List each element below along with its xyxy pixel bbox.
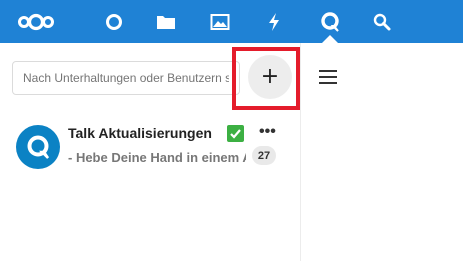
plus-icon: + [260,64,280,89]
files-folder-icon[interactable] [148,0,184,43]
conversation-row[interactable]: Talk Aktualisierungen - Hebe Deine Hand … [0,118,300,174]
conversation-title: Talk Aktualisierungen [68,125,212,141]
search-conversations-input[interactable] [12,61,240,95]
check-mark-icon [227,125,244,142]
dashboard-circle-icon[interactable] [96,0,132,43]
unread-count-badge: 27 [252,146,276,165]
new-conversation-button[interactable]: + [248,55,292,99]
active-app-indicator [322,35,338,43]
panel-divider [300,43,301,261]
search-icon[interactable] [364,0,400,43]
last-message-preview: - Hebe Deine Hand in einem Anruf [68,150,246,165]
photos-image-icon[interactable] [202,0,238,43]
avatar [16,125,60,169]
hamburger-menu-icon[interactable] [314,65,342,89]
talk-avatar-icon [27,135,50,159]
top-header-bar [0,0,463,43]
more-actions-icon[interactable]: ••• [259,124,276,140]
activity-bolt-icon[interactable] [256,0,292,43]
nextcloud-logo-icon[interactable] [14,0,58,43]
